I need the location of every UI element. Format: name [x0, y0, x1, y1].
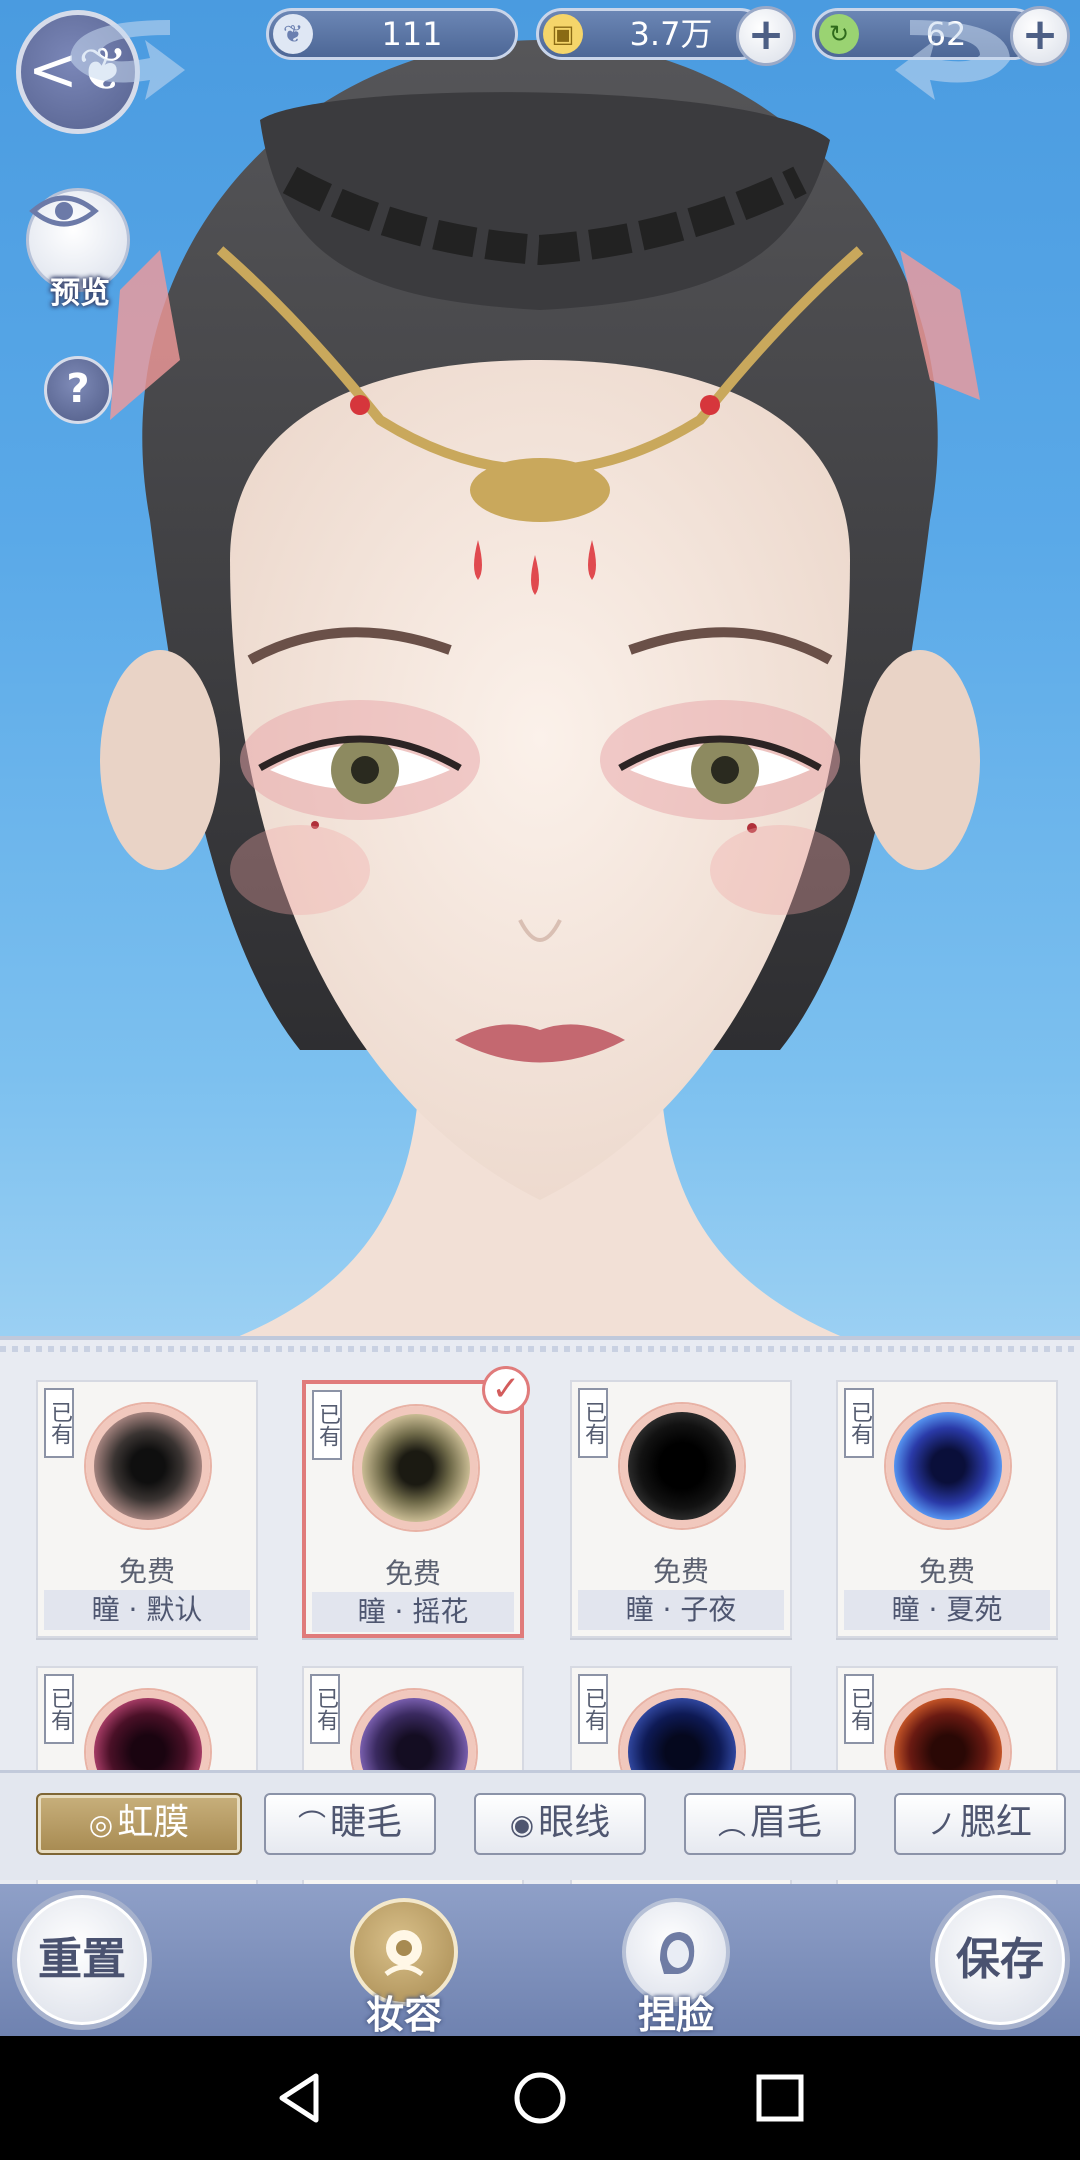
eyelash-icon: ⌒: [297, 1808, 326, 1841]
flower-face-icon: [384, 1930, 424, 1977]
iris-card[interactable]: 已有 免费 瞳 · 子夜: [570, 1380, 792, 1638]
tab-eyeliner[interactable]: ◉ 眼线: [474, 1793, 646, 1855]
blush-icon: ノ: [927, 1808, 956, 1841]
selected-check-icon: ✓: [482, 1366, 530, 1414]
owned-tag: 已有: [310, 1674, 340, 1744]
iris-swatch: [354, 1406, 478, 1530]
face-sculpt-label: 捏脸: [637, 1992, 714, 2037]
item-price: 免费: [652, 1555, 709, 1588]
character-preview[interactable]: ❦ 111 ▣ 3.7万 + ↻ 62 + <❦ 预览 ?: [0, 0, 1080, 1340]
green-swirl-icon: ↻: [819, 14, 859, 54]
iris-swatch: [886, 1404, 1010, 1528]
home-circle-icon[interactable]: [510, 2068, 570, 2128]
item-name: 瞳 · 子夜: [578, 1590, 784, 1630]
iris-swatch: [620, 1404, 744, 1528]
tab-blush[interactable]: ノ腮红: [894, 1793, 1066, 1855]
iris-icon: ◎: [88, 1808, 114, 1841]
tab-eyebrows[interactable]: ︵ 眉毛: [684, 1793, 856, 1855]
reset-button[interactable]: 重置: [12, 1890, 152, 2030]
iris-swatch: [86, 1404, 210, 1528]
owned-tag: 已有: [844, 1674, 874, 1744]
owned-tag: 已有: [844, 1388, 874, 1458]
item-price: 免费: [384, 1557, 441, 1590]
owned-tag: 已有: [44, 1388, 74, 1458]
jade-resource: ❦ 111: [266, 8, 518, 60]
tab-iris-label: 虹膜: [117, 1802, 190, 1843]
save-button[interactable]: 保存: [930, 1890, 1070, 2030]
help-button[interactable]: ?: [44, 356, 112, 424]
recents-square-icon[interactable]: [750, 2068, 810, 2128]
silver-leaf-icon: ❦: [273, 14, 313, 54]
item-name: 瞳 · 默认: [44, 1590, 250, 1630]
makeup-mode-label: 妆容: [365, 1992, 442, 2037]
rotate-left-arrow-icon[interactable]: [50, 0, 190, 110]
question-icon: ?: [66, 366, 90, 412]
tab-eyelashes[interactable]: ⌒ 睫毛: [264, 1793, 436, 1855]
iris-card-selected[interactable]: 已有 免费 瞳 · 摇花 ✓: [302, 1366, 530, 1638]
item-name: 瞳 · 夏苑: [844, 1590, 1050, 1630]
save-label: 保存: [956, 1934, 1044, 1985]
eye-icon: [29, 195, 99, 227]
tab-iris[interactable]: ◎ 虹膜: [36, 1793, 242, 1855]
add-coin-button[interactable]: +: [736, 6, 796, 66]
back-triangle-icon[interactable]: [270, 2068, 330, 2128]
coin-resource: ▣ 3.7万: [536, 8, 766, 60]
owned-tag: 已有: [578, 1388, 608, 1458]
reset-label: 重置: [38, 1934, 126, 1985]
owned-tag: 已有: [312, 1390, 342, 1460]
bottom-action-bar: 重置 妆容 捏脸 保存: [0, 1884, 1080, 2037]
owned-tag: 已有: [44, 1674, 74, 1744]
system-navigation-bar: [0, 2036, 1080, 2160]
preview-label: 预览: [50, 276, 110, 311]
rotate-right-arrow-icon[interactable]: [890, 0, 1030, 110]
face-profile-icon: [660, 1932, 695, 1974]
owned-tag: 已有: [578, 1674, 608, 1744]
coin-icon: ▣: [543, 14, 583, 54]
eye-icon: ◉: [509, 1808, 535, 1841]
tab-eyeliner-label: 眼线: [538, 1802, 611, 1843]
eyebrow-icon: ︵: [717, 1808, 746, 1841]
iris-card[interactable]: 已有 免费 瞳 · 夏苑: [836, 1380, 1058, 1638]
item-price: 免费: [918, 1555, 975, 1588]
tab-eyebrows-label: 眉毛: [750, 1802, 823, 1843]
tab-blush-label: 腮红: [960, 1802, 1033, 1843]
tab-eyelashes-label: 睫毛: [330, 1802, 403, 1843]
iris-card[interactable]: 已有 免费 瞳 · 默认: [36, 1380, 258, 1638]
item-name: 瞳 · 摇花: [312, 1592, 514, 1632]
character-face-illustration: [100, 40, 980, 1340]
makeup-category-tabs: ◎ 虹膜 ⌒ 睫毛 ◉ 眼线 ︵ 眉毛 ノ腮红: [0, 1770, 1080, 1880]
item-price: 免费: [118, 1555, 175, 1588]
